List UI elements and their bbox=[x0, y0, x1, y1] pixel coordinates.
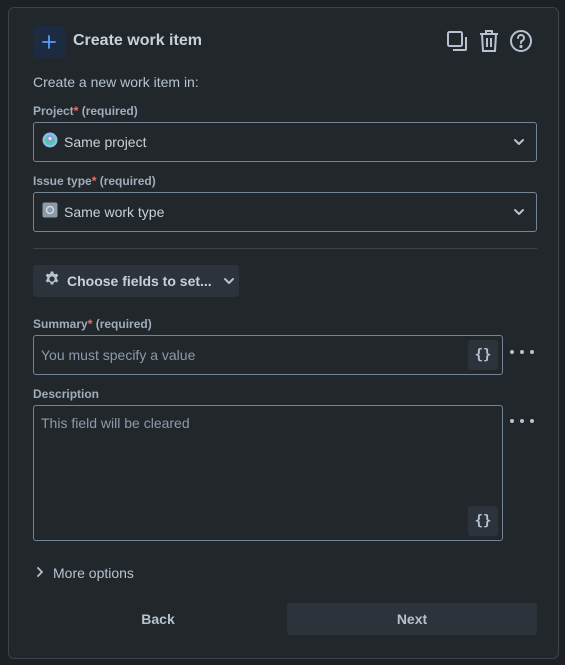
required-mark: * bbox=[73, 104, 79, 118]
project-label: Project* (required) bbox=[33, 104, 138, 118]
description-placeholder: This field will be cleared bbox=[41, 415, 190, 431]
summary-placeholder: You must specify a value bbox=[41, 347, 196, 363]
issue-type-label: Issue type* (required) bbox=[33, 174, 156, 188]
more-options-label: More options bbox=[53, 565, 134, 581]
help-icon[interactable] bbox=[508, 28, 534, 54]
issue-type-value: Same work type bbox=[64, 204, 165, 220]
summary-label-text: Summary bbox=[33, 317, 88, 331]
summary-label: Summary* (required) bbox=[33, 317, 152, 331]
trash-icon[interactable] bbox=[476, 28, 502, 54]
smart-value-button[interactable]: {} bbox=[468, 506, 498, 536]
chevron-right-icon bbox=[35, 565, 45, 581]
description-label: Description bbox=[33, 387, 100, 401]
create-work-item-panel: Create work item Create a new work item … bbox=[8, 7, 559, 659]
work-type-icon bbox=[42, 202, 58, 223]
required-text: (required) bbox=[81, 104, 138, 118]
more-actions-icon[interactable] bbox=[510, 413, 534, 429]
chevron-down-icon bbox=[222, 274, 236, 288]
summary-field[interactable]: You must specify a value bbox=[33, 335, 503, 375]
next-button[interactable]: Next bbox=[287, 603, 537, 635]
project-label-text: Project bbox=[33, 104, 74, 118]
required-mark: * bbox=[91, 174, 97, 188]
project-select[interactable]: Same project bbox=[33, 122, 537, 162]
smart-value-button[interactable]: {} bbox=[468, 340, 498, 370]
required-text: (required) bbox=[99, 174, 156, 188]
project-avatar-icon bbox=[42, 132, 58, 153]
description-field[interactable]: This field will be cleared bbox=[33, 405, 503, 541]
issue-type-select[interactable]: Same work type bbox=[33, 192, 537, 232]
choose-fields-button[interactable]: Choose fields to set... bbox=[33, 265, 239, 297]
copy-icon[interactable] bbox=[444, 28, 470, 54]
intro-text: Create a new work item in: bbox=[33, 74, 199, 90]
chevron-down-icon bbox=[512, 135, 526, 154]
plus-icon bbox=[33, 26, 65, 58]
required-text: (required) bbox=[95, 317, 152, 331]
issue-type-label-text: Issue type bbox=[33, 174, 92, 188]
required-mark: * bbox=[87, 317, 93, 331]
choose-fields-label: Choose fields to set... bbox=[67, 273, 212, 289]
project-value: Same project bbox=[64, 134, 147, 150]
chevron-down-icon bbox=[512, 205, 526, 224]
page-title: Create work item bbox=[73, 32, 202, 49]
more-options-toggle[interactable]: More options bbox=[35, 565, 134, 581]
gear-icon bbox=[43, 270, 61, 293]
more-actions-icon[interactable] bbox=[510, 344, 534, 360]
back-button[interactable]: Back bbox=[33, 603, 283, 635]
divider bbox=[33, 248, 537, 249]
